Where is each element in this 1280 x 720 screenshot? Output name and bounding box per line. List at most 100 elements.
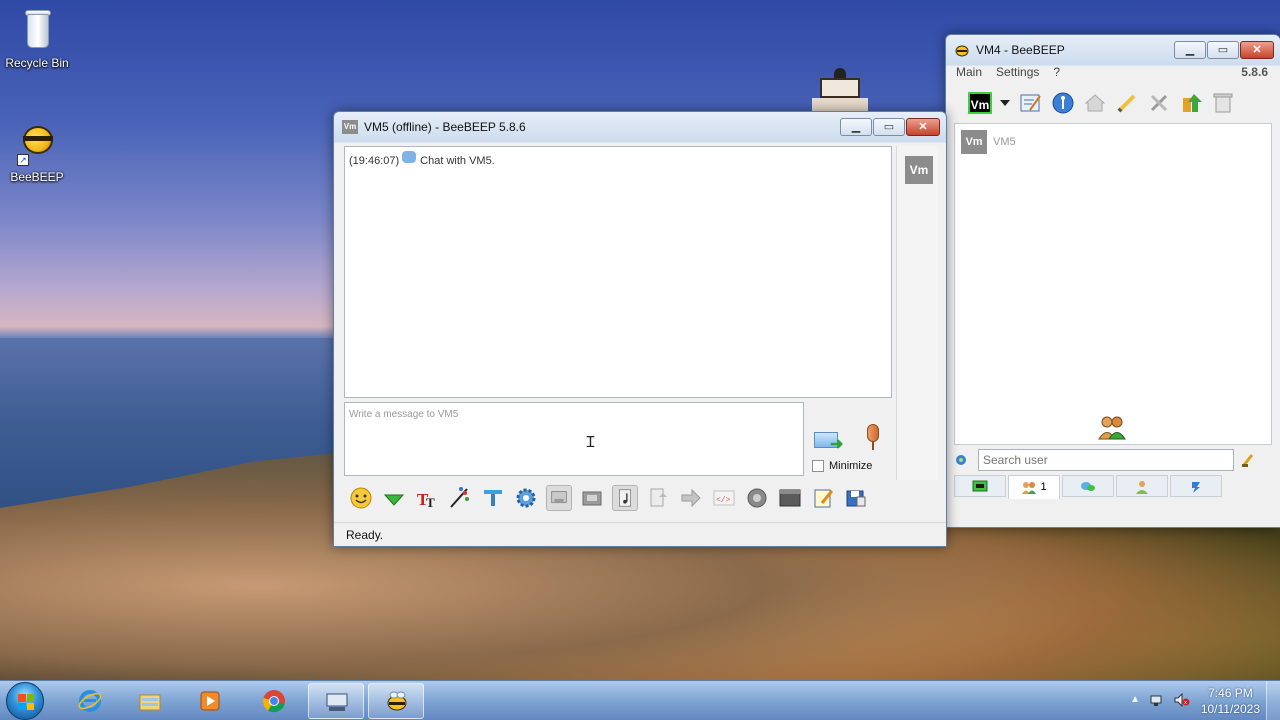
internet-explorer-icon bbox=[78, 690, 102, 712]
menu-main[interactable]: Main bbox=[956, 65, 982, 83]
minimize-checkbox[interactable]: Minimize bbox=[812, 460, 872, 472]
pencil-icon[interactable] bbox=[1114, 90, 1140, 116]
network-icon[interactable] bbox=[1050, 90, 1076, 116]
text-font-icon[interactable]: T T bbox=[414, 485, 440, 511]
tab-green-screen[interactable] bbox=[954, 475, 1006, 497]
message-input-placeholder: Write a message to VM5 bbox=[349, 409, 459, 420]
close-button[interactable]: ✕ bbox=[1240, 41, 1274, 59]
network-tray-icon[interactable] bbox=[1150, 693, 1164, 707]
chevron-up-icon[interactable]: ▲ bbox=[1130, 693, 1140, 707]
main-window: VM4 - BeeBEEP ▁ ▭ ✕ Main Settings ? 5.8.… bbox=[945, 34, 1280, 528]
chat-history[interactable]: (19:46:07) Chat with VM5. bbox=[344, 146, 892, 398]
chrome-icon bbox=[262, 690, 285, 713]
menu-help[interactable]: ? bbox=[1053, 65, 1060, 83]
chat-toolbar: T T </> bbox=[344, 482, 938, 514]
chat-title-avatar-icon: Vm bbox=[342, 120, 358, 134]
tab-groups[interactable] bbox=[1116, 475, 1168, 497]
maximize-button[interactable]: ▭ bbox=[1207, 41, 1239, 59]
show-desktop-button[interactable] bbox=[1266, 681, 1280, 720]
message-input[interactable]: Write a message to VM5 Ｉ bbox=[344, 402, 804, 476]
tab-users-count: 1 bbox=[1040, 481, 1047, 493]
svg-text:</>: </> bbox=[716, 496, 731, 505]
trash-icon[interactable] bbox=[1210, 90, 1236, 116]
beebeep-taskbar-icon bbox=[387, 691, 407, 711]
windows-logo-icon bbox=[18, 694, 34, 710]
send-file-icon[interactable] bbox=[645, 485, 671, 511]
list-item[interactable]: Vm VM5 bbox=[961, 130, 1016, 154]
desktop-icon-label: Recycle Bin bbox=[5, 56, 69, 70]
recycle-bin-icon bbox=[17, 8, 57, 52]
tab-shares[interactable] bbox=[1170, 475, 1222, 497]
settings-gear-icon[interactable] bbox=[513, 485, 539, 511]
tools-icon[interactable] bbox=[1146, 90, 1172, 116]
file-explorer-icon bbox=[139, 694, 161, 711]
clear-search-icon[interactable] bbox=[1240, 451, 1258, 469]
html-code-icon[interactable]: </> bbox=[711, 485, 737, 511]
save-icon[interactable] bbox=[546, 485, 572, 511]
music-note-icon[interactable] bbox=[612, 485, 638, 511]
menu-settings[interactable]: Settings bbox=[996, 65, 1039, 83]
tab-chats[interactable] bbox=[1062, 475, 1114, 497]
message-time: (19:46:07) bbox=[349, 155, 400, 167]
taskbar-keyboard-app[interactable] bbox=[308, 683, 364, 719]
send-message-button[interactable]: ➜ bbox=[814, 428, 846, 453]
users-group-icon bbox=[1098, 416, 1126, 440]
filter-icon[interactable] bbox=[480, 485, 506, 511]
desktop-icon-beebeep[interactable]: ↗ BeeBEEP bbox=[0, 122, 74, 184]
chat-window: Vm VM5 (offline) - BeeBEEP 5.8.6 ▁ ▭ ✕ (… bbox=[333, 111, 947, 547]
chat-status-bar: Ready. bbox=[334, 522, 946, 546]
search-row bbox=[954, 447, 1272, 473]
user-name: VM5 bbox=[993, 136, 1016, 148]
users-icon bbox=[1022, 482, 1037, 495]
checkbox-box[interactable] bbox=[812, 460, 824, 472]
chat-window-titlebar[interactable]: Vm VM5 (offline) - BeeBEEP 5.8.6 ▁ ▭ ✕ bbox=[334, 112, 946, 142]
upgrade-icon[interactable] bbox=[1178, 90, 1204, 116]
shares-icon bbox=[1192, 482, 1200, 493]
text-color-icon[interactable] bbox=[447, 485, 473, 511]
desktop-icon-recycle-bin[interactable]: Recycle Bin bbox=[0, 8, 74, 70]
share-icon[interactable] bbox=[843, 485, 869, 511]
media-player-icon bbox=[200, 691, 220, 711]
beebeep-title-icon bbox=[955, 45, 969, 57]
minimize-button[interactable]: ▁ bbox=[840, 118, 872, 136]
chat-message: (19:46:07) Chat with VM5. bbox=[349, 151, 495, 167]
status-badge[interactable]: Vm bbox=[968, 92, 992, 114]
taskbar-media-player[interactable] bbox=[182, 683, 238, 719]
edit-note-icon[interactable] bbox=[810, 485, 836, 511]
terminal-icon[interactable] bbox=[777, 485, 803, 511]
avatar[interactable]: Vm bbox=[905, 156, 933, 184]
start-button[interactable] bbox=[6, 682, 44, 720]
tab-users[interactable]: 1 bbox=[1008, 475, 1060, 499]
chevron-down-icon[interactable] bbox=[1000, 100, 1010, 106]
home-icon[interactable] bbox=[1082, 90, 1108, 116]
minimize-button[interactable]: ▁ bbox=[1174, 41, 1206, 59]
chat-bubble-icon bbox=[402, 151, 417, 163]
clock-date: 10/11/2023 bbox=[1200, 702, 1260, 716]
green-arrow-icon[interactable] bbox=[381, 485, 407, 511]
chats-icon bbox=[1081, 482, 1095, 491]
screenshot-icon[interactable] bbox=[744, 485, 770, 511]
groups-icon bbox=[1136, 481, 1148, 494]
message-text: Chat with VM5. bbox=[420, 155, 495, 167]
edit-profile-icon[interactable] bbox=[1018, 90, 1044, 116]
emoticon-icon[interactable] bbox=[348, 485, 374, 511]
main-toolbar: Vm bbox=[968, 89, 1236, 117]
maximize-button[interactable]: ▭ bbox=[873, 118, 905, 136]
print-icon[interactable] bbox=[579, 485, 605, 511]
taskbar-internet-explorer[interactable] bbox=[62, 683, 118, 719]
taskbar-beebeep[interactable] bbox=[368, 683, 424, 719]
volume-muted-icon[interactable]: x bbox=[1174, 693, 1190, 707]
close-button[interactable]: ✕ bbox=[906, 118, 940, 136]
taskbar: ▲ x 7:46 PM 10/11/2023 bbox=[0, 680, 1280, 720]
forward-icon[interactable] bbox=[678, 485, 704, 511]
chat-members-panel: Vm bbox=[896, 146, 938, 480]
version-label: 5.8.6 bbox=[1241, 65, 1268, 79]
taskbar-chrome[interactable] bbox=[246, 683, 302, 719]
svg-text:T: T bbox=[426, 495, 435, 510]
search-input[interactable] bbox=[978, 449, 1234, 471]
voice-message-button[interactable] bbox=[862, 424, 884, 452]
search-icon bbox=[956, 455, 966, 465]
taskbar-clock[interactable]: 7:46 PM 10/11/2023 bbox=[1201, 685, 1260, 717]
taskbar-file-explorer[interactable] bbox=[122, 683, 178, 719]
main-window-titlebar[interactable]: VM4 - BeeBEEP ▁ ▭ ✕ bbox=[946, 35, 1280, 65]
